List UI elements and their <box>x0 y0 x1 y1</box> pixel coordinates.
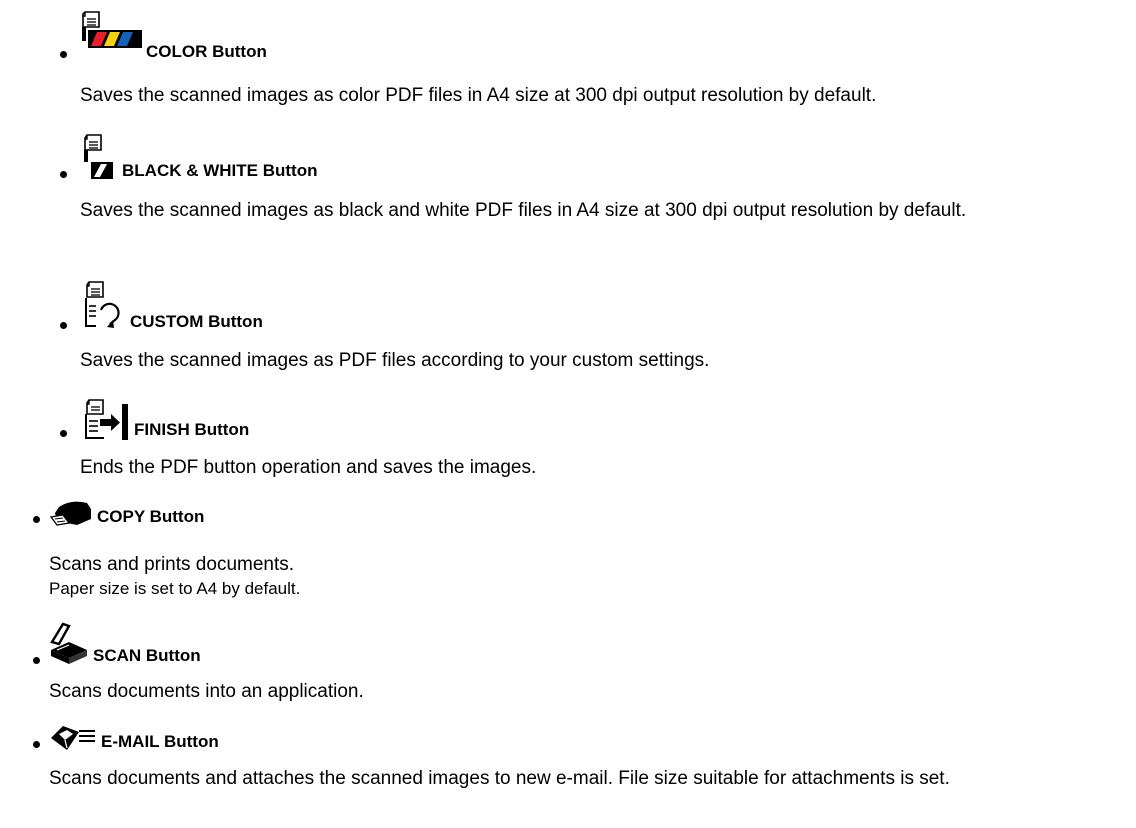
email-icon <box>51 726 95 750</box>
item-description: Saves the scanned images as color PDF fi… <box>80 85 877 106</box>
scan-icon <box>50 622 87 664</box>
item-description: Scans documents and attaches the scanned… <box>49 768 950 789</box>
bullet <box>60 322 67 329</box>
pdf-custom-icon <box>85 281 120 328</box>
copy-icon <box>49 501 91 526</box>
bullet <box>60 430 67 437</box>
item-label: E-MAIL Button <box>101 732 219 751</box>
item-description-2: Paper size is set to A4 by default. <box>49 579 301 598</box>
bullet <box>33 657 40 664</box>
item-description: Saves the scanned images as black and wh… <box>80 200 967 221</box>
item-description: Ends the PDF button operation and saves … <box>80 457 537 478</box>
item-label: COLOR Button <box>146 42 267 61</box>
item-label: SCAN Button <box>93 646 201 665</box>
bullet <box>60 171 67 178</box>
item-description: Scans and prints documents. <box>49 554 295 575</box>
item-label: FINISH Button <box>134 420 250 439</box>
pdf-black-white-icon <box>84 134 113 179</box>
bullet <box>33 741 40 748</box>
item-description: Scans documents into an application. <box>49 681 364 702</box>
pdf-color-icon <box>82 11 142 48</box>
bullet <box>33 516 40 523</box>
item-description: Saves the scanned images as PDF files ac… <box>80 350 710 371</box>
item-label: CUSTOM Button <box>130 312 263 331</box>
item-label: BLACK & WHITE Button <box>122 161 318 180</box>
bullet <box>60 51 67 58</box>
pdf-finish-icon <box>85 399 128 440</box>
item-label: COPY Button <box>97 507 205 526</box>
